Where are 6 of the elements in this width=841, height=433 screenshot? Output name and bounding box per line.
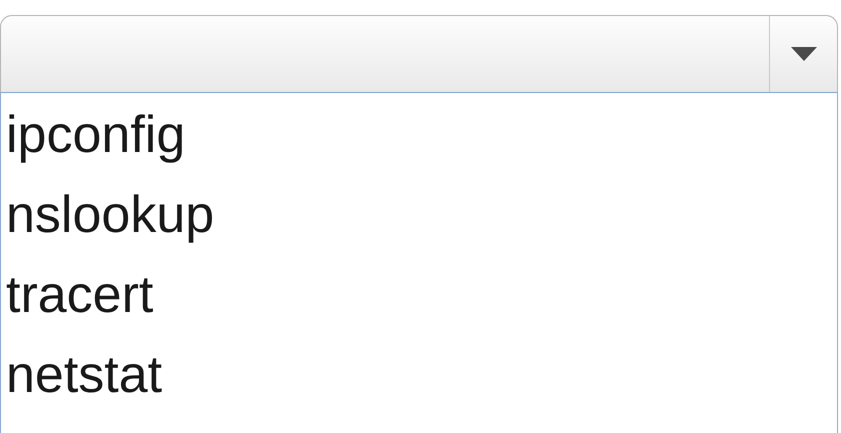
dropdown-option[interactable]: netstat	[6, 335, 832, 415]
dropdown-option[interactable]: nslookup	[6, 175, 832, 255]
dropdown-option[interactable]: tracert	[6, 255, 832, 335]
dropdown-field[interactable]	[0, 15, 838, 93]
dropdown-option[interactable]: ipconfig	[6, 95, 832, 175]
caret-icon	[790, 47, 816, 61]
